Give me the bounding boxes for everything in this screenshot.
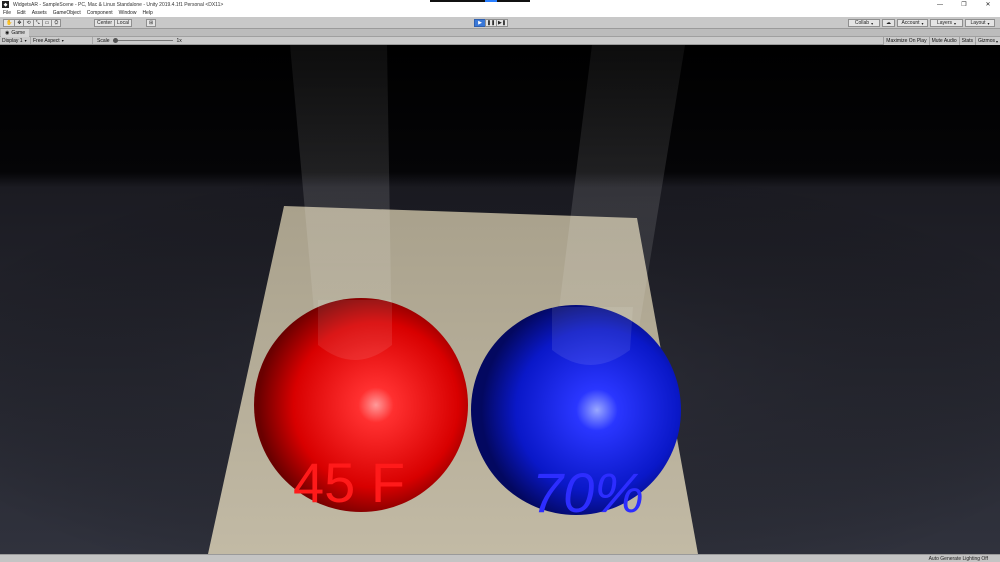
game-view-controls: Display 1 Free Aspect Scale 1x xyxy=(0,37,1000,45)
game-viewport[interactable]: 45 F 70% xyxy=(0,45,1000,554)
game-tab-icon: ◉ xyxy=(5,30,10,36)
close-button[interactable]: ✕ xyxy=(976,0,1000,9)
title-bar: ◆ WidgetsAR - SampleScene - PC, Mac & Li… xyxy=(0,0,1000,9)
progress-indicator xyxy=(430,0,530,2)
window-controls: — ❐ ✕ xyxy=(928,0,1000,9)
menu-edit[interactable]: Edit xyxy=(17,10,26,16)
layout-dropdown[interactable]: Layout xyxy=(965,19,995,27)
scale-slider-track xyxy=(112,40,173,41)
menu-component[interactable]: Component xyxy=(87,10,113,16)
account-dropdown[interactable]: Account xyxy=(897,19,928,27)
humidity-label: 70% xyxy=(532,461,644,524)
scale-value: 1x xyxy=(176,37,182,44)
layers-dropdown[interactable]: Layers xyxy=(930,19,963,27)
grid-snap-icon[interactable]: ⊞ xyxy=(146,19,157,27)
pivot-toggles: Center Local xyxy=(94,19,132,27)
menu-file[interactable]: File xyxy=(3,10,11,16)
scale-slider-thumb[interactable] xyxy=(112,38,118,43)
step-button[interactable]: ▶❚ xyxy=(496,19,508,27)
pivot-local-button[interactable]: Local xyxy=(114,19,132,27)
menu-gameobject[interactable]: GameObject xyxy=(53,10,81,16)
cloud-icon[interactable]: ☁ xyxy=(882,19,895,27)
main-toolbar: ✋ ✥ ⟲ ⤡ ▭ ⛭ Center Local ⊞ ▶ ❚❚ ▶❚ Colla… xyxy=(0,17,1000,29)
scale-label: Scale xyxy=(97,37,110,44)
transform-tools: ✋ ✥ ⟲ ⤡ ▭ ⛭ xyxy=(3,19,62,27)
game-tab-bar: ◉ Game xyxy=(0,29,1000,37)
menu-assets[interactable]: Assets xyxy=(32,10,47,16)
unity-logo-icon: ◆ xyxy=(2,1,9,8)
menu-window[interactable]: Window xyxy=(119,10,137,16)
playback-controls: ▶ ❚❚ ▶❚ xyxy=(474,19,508,27)
display-dropdown[interactable]: Display 1 xyxy=(0,37,31,44)
stats-toggle[interactable]: Stats xyxy=(958,37,976,45)
pivot-center-button[interactable]: Center xyxy=(94,19,116,27)
game-tab-label: Game xyxy=(11,30,25,36)
menu-help[interactable]: Help xyxy=(142,10,152,16)
minimize-button[interactable]: — xyxy=(928,0,952,9)
maximize-on-play-toggle[interactable]: Maximize On Play xyxy=(883,37,929,45)
scale-slider[interactable] xyxy=(112,37,173,44)
right-toolbar: Collab ☁ Account Layers Layout xyxy=(848,19,995,27)
tab-game[interactable]: ◉ Game xyxy=(1,29,29,37)
lighting-status: Auto Generate Lighting Off xyxy=(928,556,988,562)
aspect-dropdown[interactable]: Free Aspect xyxy=(31,37,93,44)
game-view-options: Maximize On Play Mute Audio Stats Gizmos xyxy=(883,37,1000,45)
temperature-label: 45 F xyxy=(293,451,405,514)
window-title: WidgetsAR - SampleScene - PC, Mac & Linu… xyxy=(13,1,224,8)
transform-tool-icon[interactable]: ⛭ xyxy=(51,19,62,27)
status-bar: Auto Generate Lighting Off xyxy=(0,554,1000,562)
snap-group: ⊞ xyxy=(146,19,157,27)
mute-audio-toggle[interactable]: Mute Audio xyxy=(928,37,959,45)
game-render: 45 F 70% xyxy=(0,45,1000,554)
menu-bar: File Edit Assets GameObject Component Wi… xyxy=(0,9,1000,17)
maximize-button[interactable]: ❐ xyxy=(952,0,976,9)
gizmos-dropdown[interactable]: Gizmos xyxy=(975,37,1000,45)
collab-button[interactable]: Collab xyxy=(848,19,880,27)
